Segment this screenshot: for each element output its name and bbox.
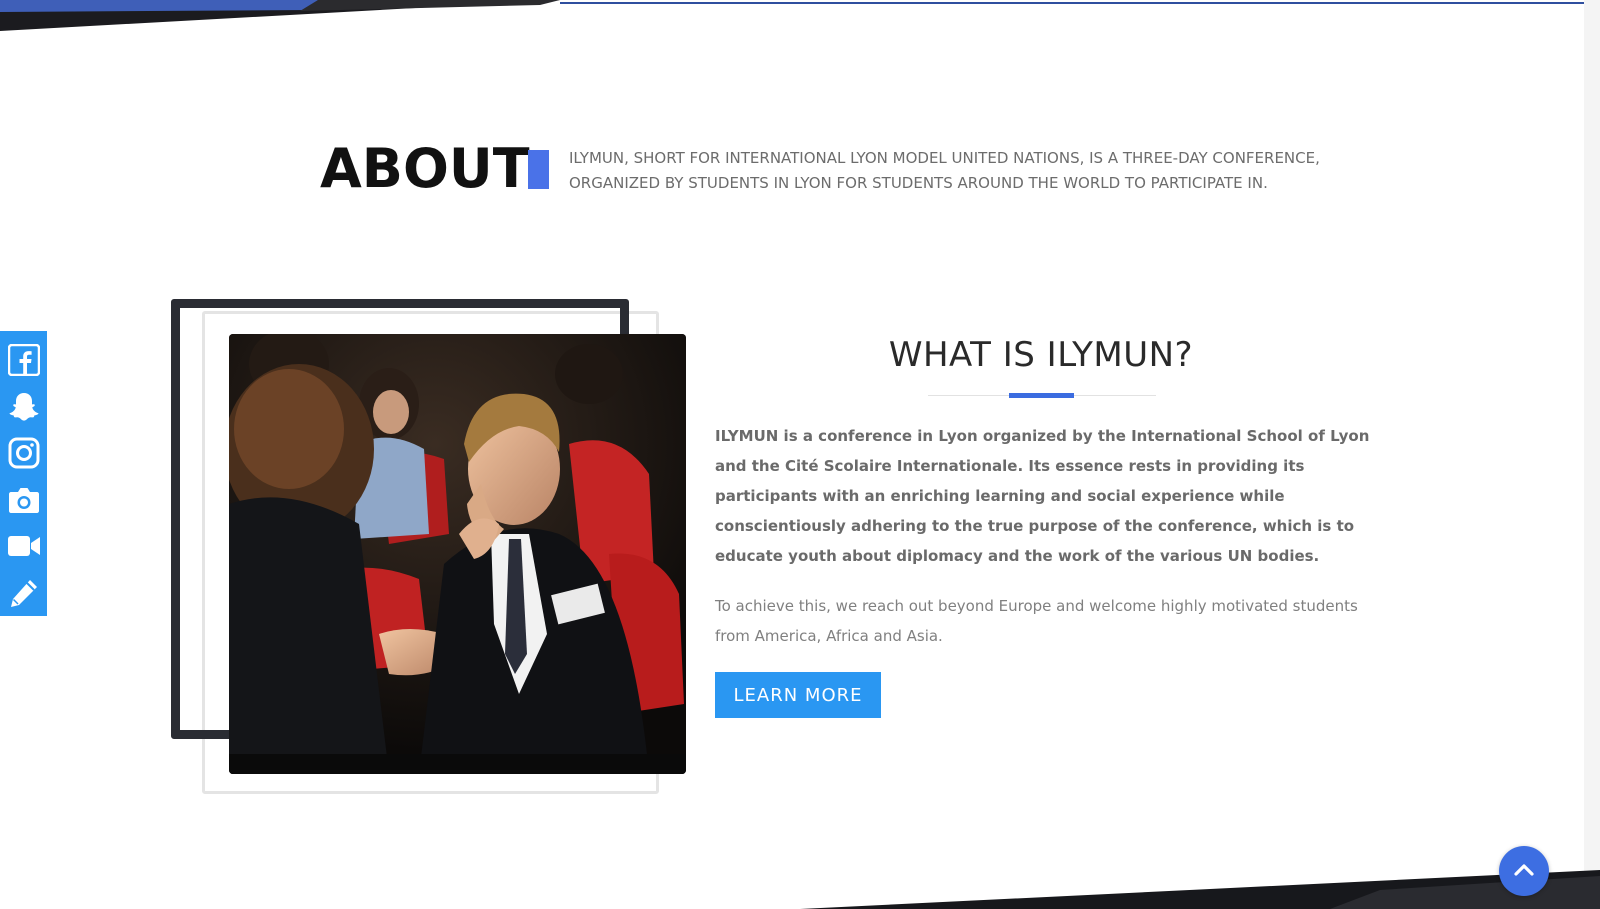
social-blog[interactable] xyxy=(4,570,44,617)
bottom-decorative-band xyxy=(800,870,1600,909)
social-videos[interactable] xyxy=(4,523,44,570)
instagram-icon xyxy=(8,437,40,469)
about-intro: ILYMUN, SHORT FOR INTERNATIONAL LYON MOD… xyxy=(569,149,1320,192)
title-divider-accent xyxy=(1009,393,1074,398)
social-sidebar xyxy=(0,331,47,616)
about-title: ABOUT xyxy=(320,137,530,200)
page-scroll-edge xyxy=(1584,0,1600,909)
learn-more-button[interactable]: LEARN MORE xyxy=(715,672,881,718)
camera-icon xyxy=(8,486,40,514)
social-facebook[interactable] xyxy=(4,337,44,384)
facebook-icon xyxy=(7,344,40,377)
outreach-paragraph: To achieve this, we reach out beyond Eur… xyxy=(715,597,1358,645)
video-camera-icon xyxy=(7,533,41,559)
snapchat-icon xyxy=(7,391,41,423)
social-instagram[interactable] xyxy=(4,430,44,477)
pencil-icon xyxy=(8,577,40,609)
top-decorative-band xyxy=(0,0,1600,31)
chevron-up-icon xyxy=(1514,862,1534,881)
social-photos[interactable] xyxy=(4,477,44,524)
scroll-to-top-button[interactable] xyxy=(1499,846,1549,896)
about-accent-bar xyxy=(528,150,549,189)
section-title: WHAT IS ILYMUN? xyxy=(888,335,1194,375)
conference-photo xyxy=(229,334,686,774)
description-paragraph: ILYMUN is a conference in Lyon organized… xyxy=(715,427,1370,565)
social-snapchat[interactable] xyxy=(4,384,44,431)
